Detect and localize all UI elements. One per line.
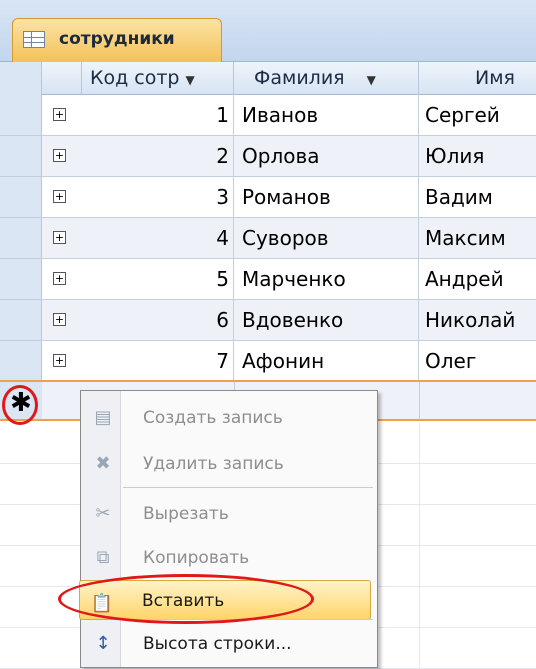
expand-icon[interactable]: + (53, 354, 66, 367)
cell-firstname[interactable]: Николай (419, 300, 536, 340)
highlight-ellipse (2, 385, 38, 425)
menu-item-label: Создать запись (143, 408, 283, 428)
menu-item-3: ✂ Вырезать (81, 491, 377, 537)
cell-lastname[interactable]: Афонин (234, 341, 419, 381)
expand-icon[interactable]: + (53, 272, 66, 285)
cell-lastname[interactable]: Орлова (234, 136, 419, 176)
table-row[interactable]: +6 Вдовенко Николай (0, 300, 536, 341)
table-icon (23, 31, 45, 48)
column-header-lastname[interactable]: Фамилия ▼ (234, 62, 419, 95)
table-row[interactable]: +1 Иванов Сергей (0, 95, 536, 136)
select-all-corner[interactable] (0, 62, 42, 95)
cell-lastname[interactable]: Вдовенко (234, 300, 419, 340)
tab-strip: сотрудники (0, 0, 536, 62)
new-record-icon: ▤ (94, 407, 112, 428)
cell-id[interactable]: 4 (82, 218, 234, 258)
cell-lastname[interactable]: Иванов (234, 95, 419, 135)
record-selector[interactable] (0, 136, 42, 176)
menu-item-2: ✖ Удалить запись (81, 441, 377, 487)
record-selector[interactable] (0, 177, 42, 217)
highlight-ellipse (58, 574, 314, 624)
column-header-id[interactable]: Код сотр ▼ (82, 62, 234, 95)
menu-item-label: Удалить запись (143, 454, 284, 474)
table-row[interactable]: +3 Романов Вадим (0, 177, 536, 218)
record-selector[interactable] (0, 259, 42, 299)
menu-item-1: ▤ Создать запись (81, 395, 377, 441)
column-header-label: Имя (475, 67, 515, 89)
cell-firstname[interactable]: Вадим (419, 177, 536, 217)
cell-id[interactable]: 6 (82, 300, 234, 340)
expand-icon[interactable]: + (53, 231, 66, 244)
column-divider (419, 382, 420, 419)
row-height-icon: ↕ (95, 633, 111, 654)
grid-line (419, 423, 420, 669)
menu-separator (123, 487, 373, 488)
record-selector[interactable] (0, 95, 42, 135)
table-row[interactable]: +5 Марченко Андрей (0, 259, 536, 300)
copy-icon: ⧉ (96, 547, 110, 568)
expand-icon[interactable]: + (53, 149, 66, 162)
context-menu: ▤ Создать запись ✖ Удалить запись ✂ Вырезать ⧉… (79, 390, 378, 668)
menu-item-6[interactable]: ↕ Высота строки... (81, 621, 377, 667)
record-selector[interactable] (0, 218, 42, 258)
expand-icon[interactable]: + (53, 108, 66, 121)
tab-label: сотрудники (59, 29, 175, 49)
record-selector[interactable] (0, 341, 42, 381)
table-row[interactable]: +7 Афонин Олег (0, 341, 536, 382)
cell-firstname[interactable]: Андрей (419, 259, 536, 299)
cell-id[interactable]: 7 (82, 341, 234, 381)
expand-icon[interactable]: + (53, 190, 66, 203)
expand-column-header (42, 62, 82, 95)
cell-firstname[interactable]: Сергей (419, 95, 536, 135)
cell-lastname[interactable]: Марченко (234, 259, 419, 299)
column-header-firstname[interactable]: Имя (419, 62, 536, 95)
dropdown-arrow-icon[interactable]: ▼ (367, 64, 376, 97)
expand-icon[interactable]: + (53, 313, 66, 326)
dropdown-arrow-icon[interactable]: ▼ (186, 64, 195, 97)
cell-lastname[interactable]: Романов (234, 177, 419, 217)
cell-firstname[interactable]: Максим (419, 218, 536, 258)
delete-record-icon: ✖ (95, 453, 111, 474)
column-header-row: Код сотр ▼ Фамилия ▼ Имя (0, 62, 536, 95)
record-selector[interactable] (0, 300, 42, 340)
scissors-icon: ✂ (95, 503, 111, 524)
cell-id[interactable]: 2 (82, 136, 234, 176)
cell-id[interactable]: 3 (82, 177, 234, 217)
cell-id[interactable]: 5 (82, 259, 234, 299)
menu-item-4: ⧉ Копировать (81, 535, 377, 581)
cell-lastname[interactable]: Суворов (234, 218, 419, 258)
table-row[interactable]: +4 Суворов Максим (0, 218, 536, 259)
table-row[interactable]: +2 Орлова Юлия (0, 136, 536, 177)
cell-firstname[interactable]: Олег (419, 341, 536, 381)
cell-id[interactable]: 1 (82, 95, 234, 135)
column-header-label: Фамилия (254, 67, 345, 89)
cell-firstname[interactable]: Юлия (419, 136, 536, 176)
menu-item-label: Высота строки... (143, 634, 292, 654)
menu-item-label: Вырезать (143, 504, 229, 524)
tab-сотрудники[interactable]: сотрудники (12, 18, 222, 62)
column-header-label: Код сотр (90, 67, 180, 89)
